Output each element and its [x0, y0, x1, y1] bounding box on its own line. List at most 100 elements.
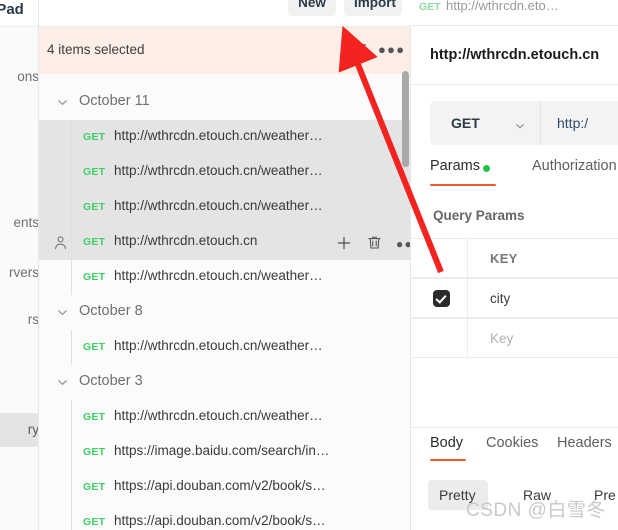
row-cell-key[interactable]: Key — [468, 319, 618, 357]
row-cell-check — [411, 279, 468, 317]
chevron-down-icon — [56, 376, 69, 389]
date-group-header[interactable]: October 11 — [39, 85, 410, 120]
request-detail-panel: GET http://wthrcdn.eto… http://wthrcdn.e… — [411, 0, 618, 530]
chevron-down-icon — [56, 96, 69, 109]
indent-guide — [71, 155, 72, 190]
request-url-label: http://wthrcdn.etouch.cn/weather… — [114, 338, 323, 353]
indent-guide — [71, 400, 72, 435]
history-list-item[interactable]: GET http://wthrcdn.etouch.cn/weather… — [39, 155, 410, 190]
history-list-item[interactable]: GET http://wthrcdn.etouch.cn/weather… — [39, 120, 410, 155]
date-group-label: October 3 — [79, 373, 143, 389]
history-list-item[interactable]: GET http://wthrcdn.etouch.cn/weather… — [39, 330, 410, 365]
request-section-tabs: Params Authorization — [411, 158, 618, 194]
request-url-label: http://wthrcdn.etouch.cn/weather… — [114, 128, 323, 143]
sidebar-item-history[interactable]: ry — [0, 413, 38, 447]
tab-cookies[interactable]: Cookies — [486, 435, 538, 451]
indent-guide — [71, 470, 72, 505]
sidebar-item-environments[interactable]: ents — [0, 206, 39, 240]
history-list-item[interactable]: GET https://api.douban.com/v2/book/s… — [39, 470, 410, 505]
table-header-row: KEY — [411, 238, 618, 278]
plus-icon[interactable] — [335, 234, 353, 252]
ellipsis-icon[interactable]: ●●● — [378, 41, 404, 59]
tab-params[interactable]: Params — [430, 158, 480, 174]
request-url-label: http://wthrcdn.etouch.cn/weather… — [114, 268, 323, 283]
request-url-input[interactable]: http:/ — [557, 115, 588, 131]
indent-guide — [71, 190, 72, 225]
column-header-key: KEY — [490, 251, 518, 266]
request-url-label: https://api.douban.com/v2/book/s… — [114, 478, 326, 493]
app-title: h Pad — [0, 1, 24, 18]
view-mode-pretty-label: Pretty — [439, 487, 476, 503]
request-tab-strip: GET http://wthrcdn.eto… — [411, 0, 618, 26]
tab-body[interactable]: Body — [430, 435, 463, 451]
new-button[interactable]: New — [288, 0, 336, 16]
request-url-bar: GET http:/ — [430, 101, 618, 145]
request-method-badge: GET — [83, 446, 106, 458]
history-list-item[interactable]: GET https://api.douban.com/v2/book/s… — [39, 505, 410, 530]
row-cell-key[interactable]: city — [468, 279, 618, 317]
app-window: h Pad ons ents rvers rs ry New Import 4 … — [0, 0, 618, 530]
open-tab-url[interactable]: http://wthrcdn.eto… — [446, 0, 559, 13]
selection-count-label: 4 items selected — [47, 42, 145, 57]
chevron-down-icon — [514, 119, 526, 131]
request-method-badge: GET — [83, 131, 106, 143]
breadcrumb-label: http://wthrcdn.etouch.cn — [430, 47, 600, 63]
list-toolbar: New Import — [39, 0, 411, 27]
request-url-label: http://wthrcdn.etouch.cn/weather… — [114, 163, 323, 178]
table-row: Key — [411, 318, 618, 358]
tab-headers[interactable]: Headers — [557, 435, 612, 451]
history-list-item[interactable]: GET http://wthrcdn.etouch.cn/weather… — [39, 190, 410, 225]
tab-headers-label: Headers — [557, 435, 612, 451]
http-method-label: GET — [451, 115, 480, 131]
sidebar-item-label: ents — [13, 215, 39, 230]
breadcrumb: http://wthrcdn.etouch.cn — [411, 27, 618, 85]
sidebar-item-label: rs — [27, 312, 39, 327]
http-method-select[interactable]: GET — [430, 101, 541, 145]
tab-authorization[interactable]: Authorization — [532, 158, 617, 174]
param-enabled-checkbox[interactable] — [433, 290, 450, 307]
indent-guide — [71, 435, 72, 470]
sidebar-item-mock-servers[interactable]: rvers — [0, 256, 39, 290]
view-mode-preview[interactable]: Pre — [594, 480, 616, 510]
param-key-value: city — [490, 291, 511, 306]
request-url-label: https://image.baidu.com/search/in… — [114, 443, 330, 458]
history-list-item[interactable]: GET http://wthrcdn.etouch.cn ●●● — [39, 225, 410, 260]
tab-authorization-label: Authorization — [532, 158, 617, 174]
view-mode-pretty[interactable]: Pretty — [439, 480, 476, 510]
indent-guide — [71, 225, 72, 260]
header-cell-check — [411, 239, 468, 277]
import-button[interactable]: Import — [344, 0, 402, 16]
sidebar-item-monitors[interactable]: rs — [0, 303, 39, 337]
date-group-header[interactable]: October 8 — [39, 295, 410, 330]
request-method-badge: GET — [83, 236, 106, 248]
chevron-down-icon — [56, 306, 69, 319]
view-mode-preview-label: Pre — [594, 487, 616, 503]
history-list-item[interactable]: GET http://wthrcdn.etouch.cn/weather… — [39, 400, 410, 435]
sidebar-item-label: rvers — [9, 265, 39, 280]
history-list-item[interactable]: GET https://image.baidu.com/search/in… — [39, 435, 410, 470]
avatar-icon — [52, 234, 69, 251]
trash-icon[interactable] — [347, 39, 369, 61]
view-mode-raw[interactable]: Raw — [523, 480, 551, 510]
trash-icon[interactable] — [366, 234, 384, 252]
request-method-badge: GET — [83, 201, 106, 213]
request-url-label: http://wthrcdn.etouch.cn/weather… — [114, 198, 323, 213]
request-method-badge: GET — [83, 271, 106, 283]
sidebar-item-collections[interactable]: ons — [0, 60, 39, 94]
request-method-badge: GET — [83, 166, 106, 178]
request-method-badge: GET — [83, 341, 106, 353]
history-list-item[interactable]: GET http://wthrcdn.etouch.cn/weather… — [39, 260, 410, 295]
selection-banner: 4 items selected ●●● — [39, 27, 410, 74]
ellipsis-icon[interactable]: ●●● — [396, 235, 410, 253]
tab-params-label: Params — [430, 158, 480, 174]
params-modified-dot — [483, 165, 490, 172]
request-method-badge: GET — [83, 481, 106, 493]
active-tab-underline — [430, 184, 496, 186]
table-row: city — [411, 278, 618, 318]
list-scrollbar[interactable] — [402, 71, 409, 167]
date-group-label: October 11 — [79, 93, 150, 109]
date-group-header[interactable]: October 3 — [39, 365, 410, 400]
request-url-label: http://wthrcdn.etouch.cn/weather… — [114, 408, 323, 423]
sidebar-item-label: ons — [17, 69, 39, 84]
request-method-badge: GET — [83, 516, 106, 528]
